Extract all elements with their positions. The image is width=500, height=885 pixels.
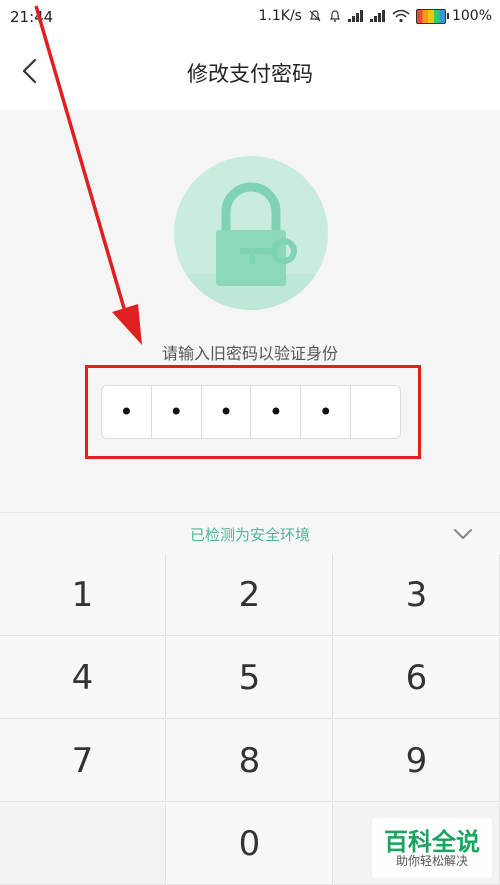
red-arrow-annotation — [34, 5, 142, 345]
security-bar: 已检测为安全环境 — [0, 512, 500, 555]
pin-dot: • — [268, 398, 283, 426]
key-6[interactable]: 6 — [334, 637, 500, 719]
battery-percent: 100% — [451, 8, 492, 24]
watermark-subtitle: 助你轻松解决 — [395, 854, 468, 868]
watermark-logo: 百科全说 助你轻松解决 — [372, 818, 492, 878]
chevron-down-icon[interactable] — [452, 523, 474, 545]
key-2[interactable]: 2 — [167, 554, 333, 636]
pin-dot: • — [318, 398, 333, 426]
key-5[interactable]: 5 — [167, 637, 333, 719]
security-label: 已检测为安全环境 — [189, 526, 310, 544]
verify-panel: 请输入旧密码以验证身份 • • • • • — [0, 5, 500, 510]
key-0[interactable]: 0 — [167, 803, 333, 885]
key-1[interactable]: 1 — [0, 554, 166, 636]
pin-cell: • — [301, 386, 352, 438]
key-blank — [0, 803, 166, 885]
mute-icon — [309, 10, 321, 22]
network-speed: 1.1K/s — [258, 8, 302, 24]
status-right: 1.1K/s 100% — [259, 8, 493, 24]
wifi-icon — [392, 9, 410, 23]
signal-icon — [347, 10, 364, 22]
signal-icon-2 — [369, 10, 386, 22]
key-9[interactable]: 9 — [334, 720, 500, 802]
key-4[interactable]: 4 — [0, 637, 166, 719]
battery-icon — [415, 8, 449, 24]
key-3[interactable]: 3 — [334, 554, 500, 636]
pin-dot: • — [218, 398, 234, 426]
pin-cell: • — [202, 386, 252, 438]
pin-cell — [351, 386, 400, 438]
bell-icon — [329, 10, 340, 22]
key-8[interactable]: 8 — [167, 720, 333, 802]
numeric-keypad: 1 2 3 4 5 6 7 8 9 0 百科全说 助你轻松解决 — [0, 554, 500, 885]
key-7[interactable]: 7 — [0, 720, 166, 802]
pin-cell: • — [251, 386, 302, 438]
